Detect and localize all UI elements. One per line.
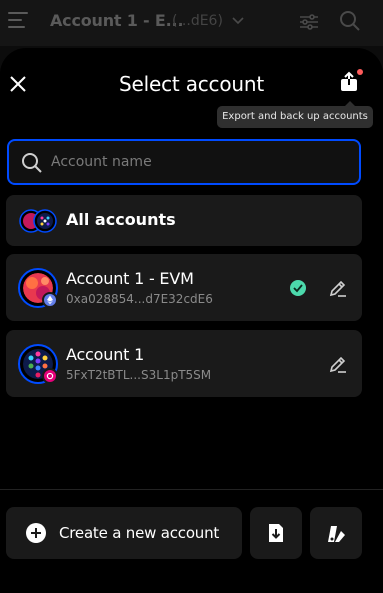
current-account-name[interactable]: Account 1 - E... — [50, 11, 183, 30]
filter-icon[interactable] — [298, 11, 320, 33]
edit-icon[interactable] — [328, 278, 348, 298]
all-accounts-avatars-icon — [19, 209, 57, 233]
account-item-substrate[interactable]: Account 1 5FxT2tBTL...S3L1pT5SM — [6, 330, 362, 397]
footer-divider — [0, 489, 383, 490]
polkadot-icon — [42, 368, 58, 384]
notification-dot — [357, 69, 363, 75]
chevron-down-icon[interactable] — [230, 12, 246, 28]
account-address: 0xa028854...d7E32cdE6 — [66, 292, 213, 306]
import-account-button[interactable] — [250, 507, 302, 559]
search-icon[interactable] — [339, 10, 361, 32]
menu-icon[interactable] — [8, 12, 28, 28]
all-accounts-label: All accounts — [66, 210, 176, 229]
account-address: 5FxT2tBTL...S3L1pT5SM — [66, 368, 212, 382]
create-account-button[interactable]: Create a new account — [6, 507, 242, 559]
restore-seed-button[interactable] — [310, 507, 362, 559]
modal-title: Select account — [119, 72, 264, 96]
account-name-input[interactable] — [51, 150, 341, 174]
search-field[interactable] — [7, 139, 361, 185]
import-icon — [269, 524, 283, 542]
plus-icon — [26, 523, 46, 543]
edit-icon[interactable] — [328, 354, 348, 374]
check-icon — [290, 280, 306, 296]
seed-phrase-icon — [328, 526, 345, 542]
top-app-bar: Account 1 - E... (...dE6) — [0, 0, 383, 46]
current-account-address: (...dE6) — [172, 13, 223, 29]
export-tooltip: Export and back up accounts — [217, 101, 373, 128]
account-name: Account 1 - EVM — [66, 269, 194, 288]
create-account-label: Create a new account — [59, 524, 220, 542]
account-name: Account 1 — [66, 345, 145, 364]
search-icon — [22, 153, 42, 173]
account-item-evm[interactable]: Account 1 - EVM 0xa028854...d7E32cdE6 — [6, 254, 362, 321]
all-accounts-item[interactable]: All accounts — [6, 195, 362, 246]
ethereum-icon — [42, 292, 58, 308]
